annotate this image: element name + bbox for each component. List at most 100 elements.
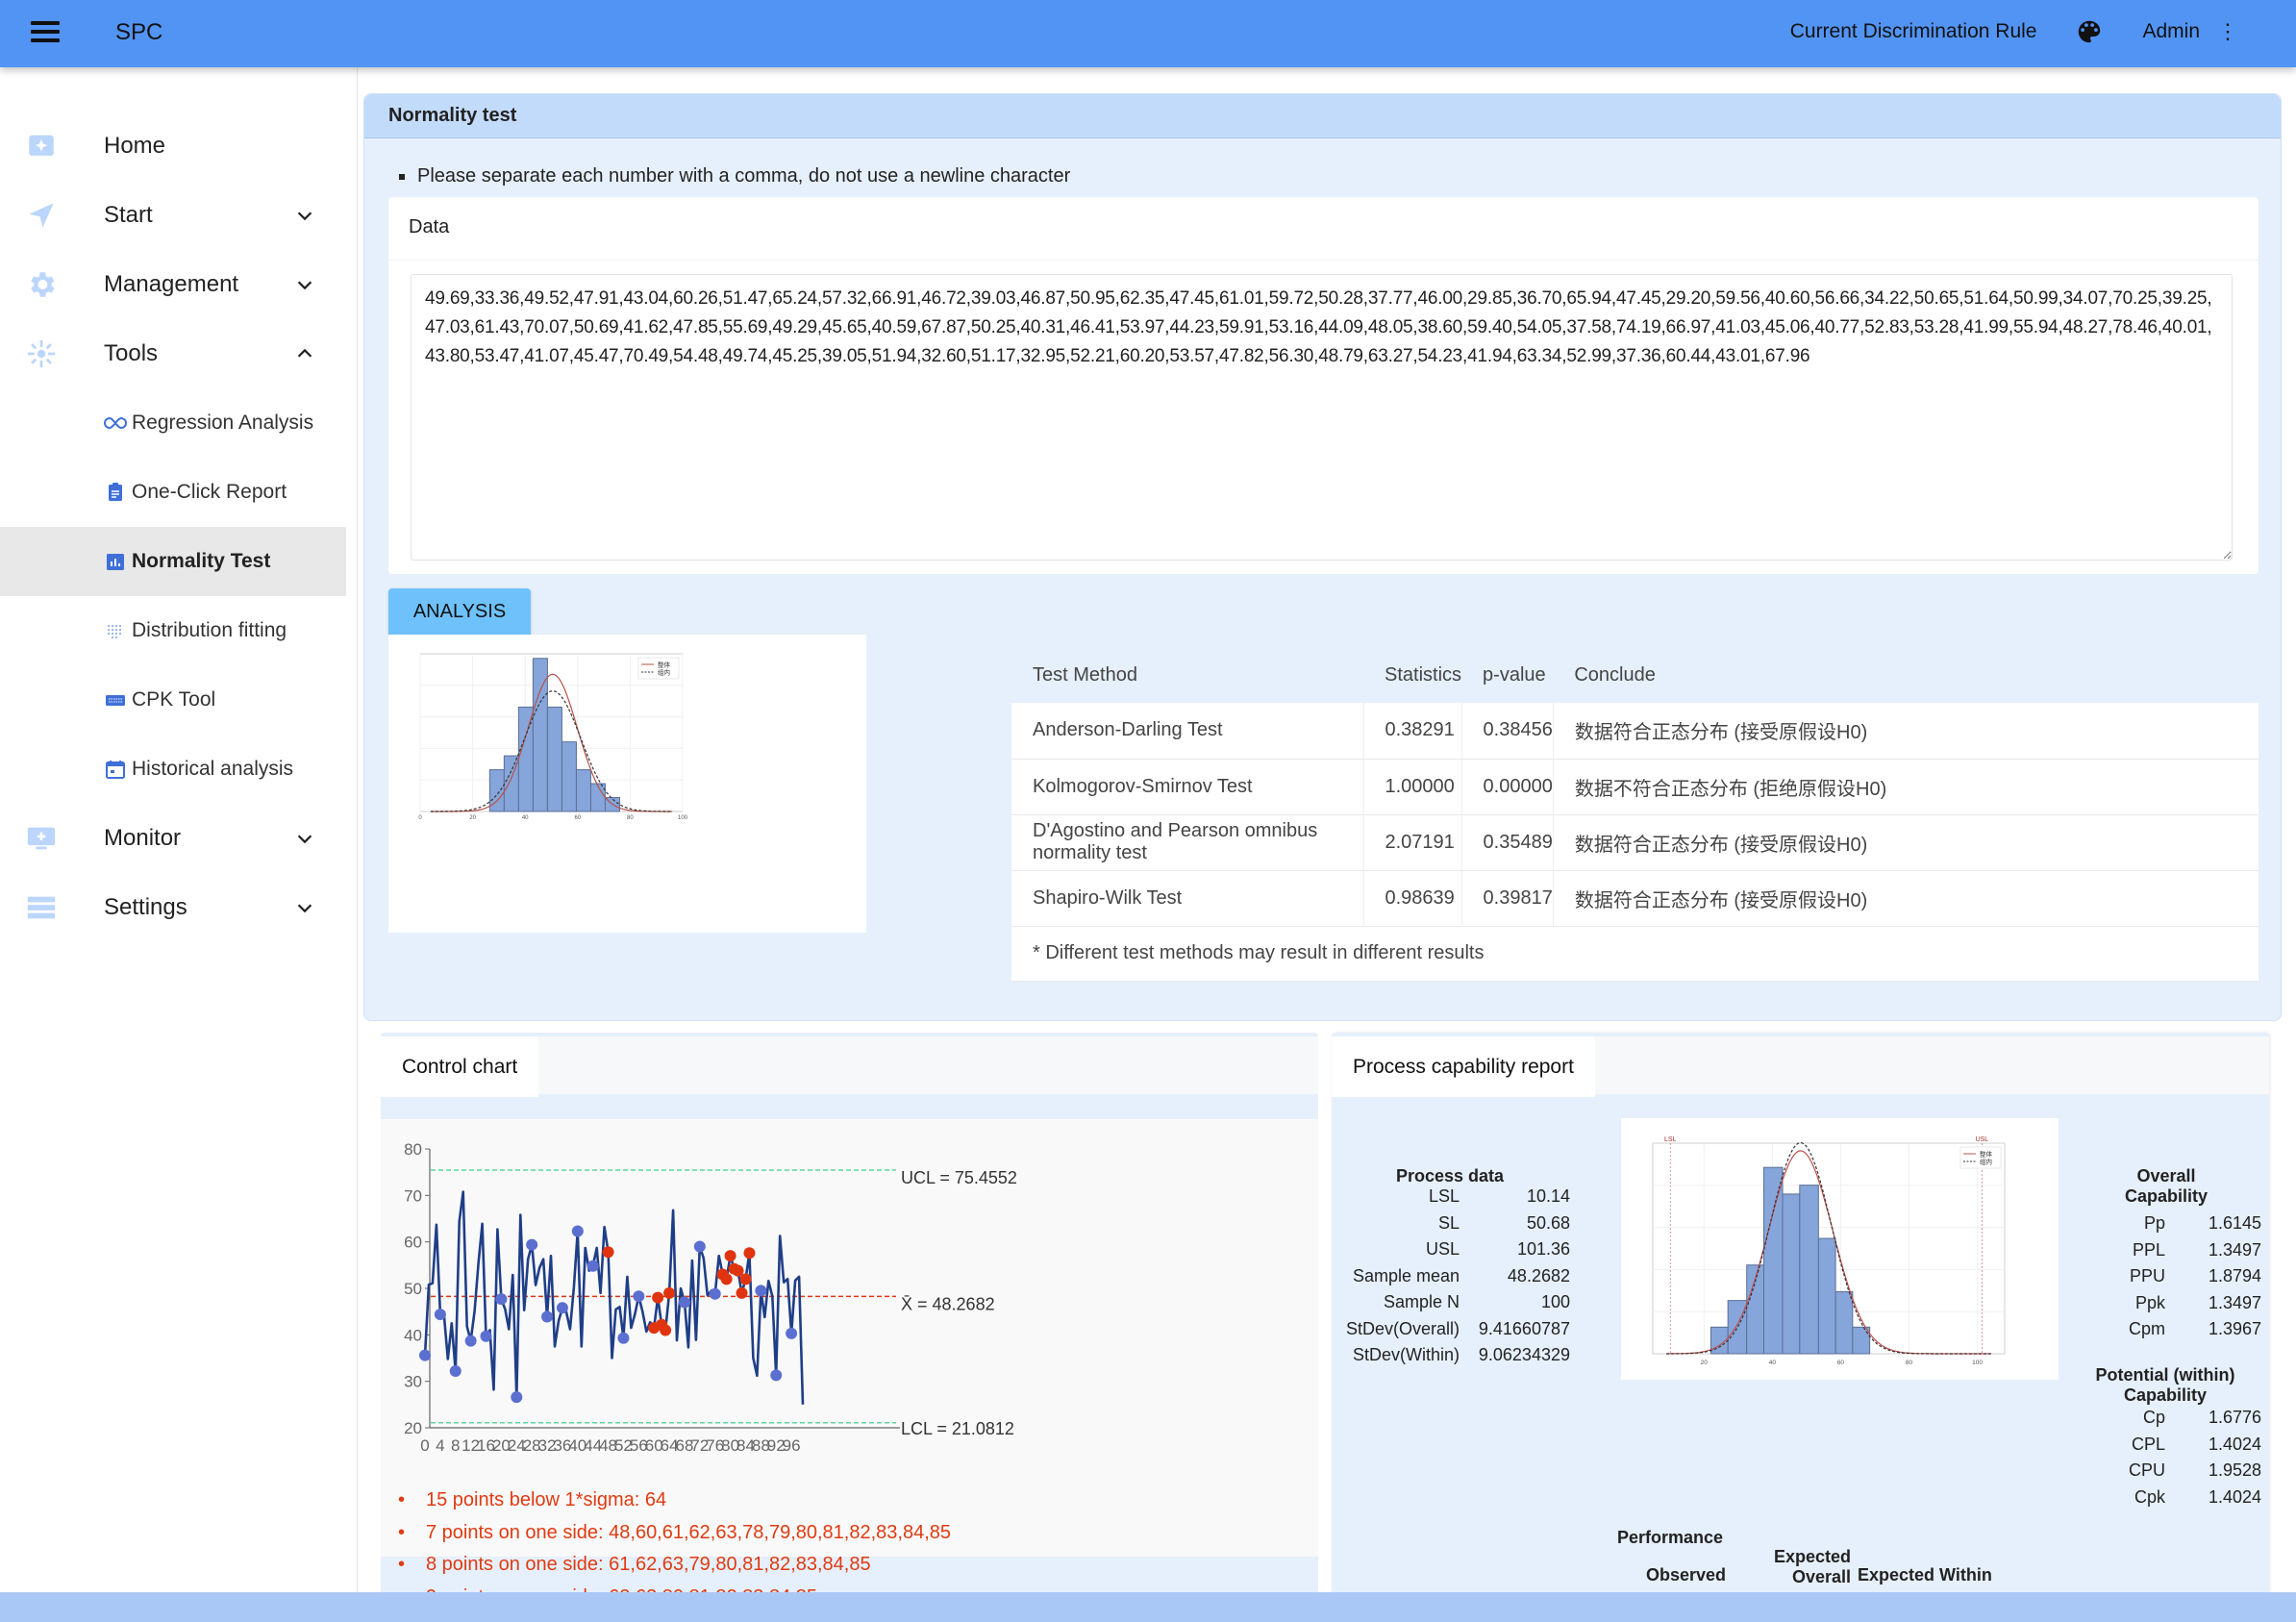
capability-value: 48.2682 — [1507, 1265, 1570, 1285]
capability-histogram: 20 40 60 80 100 LSL USL 整体 组内 — [1621, 1118, 2059, 1380]
sidebar-item-settings[interactable]: Settings — [0, 873, 346, 942]
capability-value: 101.36 — [1516, 1239, 1570, 1259]
capability-value: 1.6776 — [2208, 1408, 2261, 1427]
statistics-cell: 0.98639 — [1363, 870, 1462, 927]
capability-row: CPL 1.4024 — [2120, 1435, 2261, 1455]
x-tick-label: 60 — [1837, 1360, 1845, 1366]
capability-row: CPU 1.9528 — [2120, 1460, 2261, 1481]
histogram-bar — [589, 783, 606, 812]
menu-icon[interactable] — [31, 21, 60, 46]
sidebar-item-normality-test[interactable]: Normality Test — [0, 527, 346, 596]
x-tick-label: 20 — [469, 815, 476, 821]
p-value-cell: 0.38456 — [1461, 703, 1554, 760]
user-menu-button[interactable]: Admin — [2142, 20, 2200, 43]
process-capability-panel: Process capability report Process data L… — [1332, 1033, 2269, 1622]
chevron-down-icon — [297, 212, 312, 221]
analysis-button[interactable]: ANALYSIS — [388, 588, 531, 635]
control-chart-svg: 203040506070800 4 8 12162024283236404448525… — [404, 1140, 1017, 1455]
capability-row: Ppk 1.3497 — [2120, 1293, 2261, 1313]
settings-list-icon — [27, 896, 56, 919]
capability-key: SL — [1437, 1212, 1460, 1233]
expected-overall-line1: Expected — [1773, 1547, 1851, 1566]
data-input[interactable] — [411, 274, 2233, 561]
card-title: Normality test — [364, 94, 2281, 138]
x-tick-label: 80 — [627, 815, 634, 821]
x-tick-label: 8 — [451, 1436, 460, 1455]
p-value-cell: 0.35489 — [1461, 814, 1554, 871]
statistics-cell: 2.07191 — [1363, 814, 1462, 871]
rule-violation-item: 7 points on one side: 48,60,61,62,63,78,… — [398, 1517, 951, 1550]
expected-overall-line2: Overall — [1791, 1567, 1851, 1586]
x-tick-label: 96 — [783, 1436, 801, 1455]
capability-row: StDev(Overall) 9.41660787 — [1339, 1319, 1570, 1339]
performance-header-expected-overall: Expected Overall — [1755, 1547, 1851, 1587]
sidebar-item-historical-analysis[interactable]: Historical analysis — [0, 735, 346, 804]
violation-point — [660, 1324, 672, 1336]
tab-control-chart[interactable]: Control chart — [381, 1036, 539, 1097]
data-point — [541, 1310, 554, 1323]
capability-row: Pp 1.6145 — [2120, 1213, 2261, 1234]
sidebar-item-distribution-fitting[interactable]: Distribution fitting — [0, 596, 346, 665]
input-hint: Please separate each number with a comma… — [399, 165, 1070, 187]
potential-title-line2: Capability — [2123, 1385, 2208, 1405]
sidebar-item-regression-analysis[interactable]: Regression Analysis — [0, 388, 346, 458]
x-tick-label: 100 — [678, 815, 688, 821]
send-icon — [29, 203, 54, 228]
monitor-icon — [27, 827, 56, 850]
header-conclude: Conclude — [1553, 647, 2259, 703]
p-value-cell: 0.00000 — [1461, 759, 1554, 815]
discrimination-rule-button[interactable]: Current Discrimination Rule — [1790, 20, 2037, 43]
normality-histogram: 0 20 40 60 80 100 整体 组内 — [388, 635, 866, 933]
keyboard-icon — [106, 695, 125, 706]
capability-value: 9.41660787 — [1478, 1318, 1570, 1338]
sidebar-item-start[interactable]: Start — [0, 181, 346, 250]
legend-label: 组内 — [658, 668, 670, 677]
test-method-cell: Shapiro-Wilk Test — [1011, 870, 1364, 927]
capability-row: Sample mean 48.2682 — [1339, 1266, 1570, 1286]
violation-point — [724, 1250, 736, 1262]
capability-row: Cp 1.6776 — [2120, 1408, 2261, 1428]
lcl-label: LCL = 21.0812 — [901, 1419, 1014, 1438]
violation-point — [602, 1246, 614, 1259]
x-tick-label: 0 — [420, 1436, 429, 1455]
y-tick-label: 80 — [404, 1140, 422, 1159]
potential-title-line1: Potential (within) — [2095, 1365, 2235, 1385]
x-tick-label: 100 — [1972, 1360, 1983, 1366]
histogram-bar — [575, 769, 591, 812]
data-point — [633, 1290, 645, 1303]
capability-row: StDev(Within) 9.06234329 — [1339, 1345, 1570, 1365]
header-statistics: Statistics — [1363, 647, 1462, 703]
sidebar-item-monitor[interactable]: Monitor — [0, 804, 346, 873]
capability-key: Cpk — [2134, 1486, 2165, 1507]
sidebar: Home Start Management Tools Regression A… — [0, 67, 358, 1593]
table-row: Anderson-Darling Test 0.38291 0.38456 数据… — [1011, 703, 2259, 760]
capability-value: 50.68 — [1526, 1212, 1570, 1233]
bar-chart-icon — [107, 554, 124, 570]
x-tick-label: 80 — [1906, 1360, 1913, 1366]
palette-icon[interactable] — [2075, 17, 2104, 46]
y-tick-label: 60 — [404, 1234, 422, 1252]
capability-value: 100 — [1540, 1292, 1570, 1311]
capability-value: 1.3497 — [2208, 1239, 2261, 1260]
conclude-cell: 数据符合正态分布 (接受原假设H0) — [1553, 703, 2259, 760]
sidebar-item-tools[interactable]: Tools — [0, 319, 346, 388]
data-point — [755, 1285, 767, 1297]
y-tick-label: 30 — [404, 1373, 422, 1391]
y-tick-label: 50 — [404, 1280, 422, 1298]
sidebar-item-cpk-tool[interactable]: CPK Tool — [0, 665, 346, 735]
sidebar-item-one-click-report[interactable]: One-Click Report — [0, 458, 346, 527]
capability-value: 1.3497 — [2208, 1292, 2261, 1312]
conclude-cell: 数据符合正态分布 (接受原假设H0) — [1553, 870, 2259, 927]
statistics-cell: 1.00000 — [1363, 759, 1462, 815]
capability-key: USL — [1425, 1239, 1460, 1259]
tab-process-capability[interactable]: Process capability report — [1332, 1036, 1595, 1097]
sidebar-item-management[interactable]: Management — [0, 250, 346, 319]
histogram-bar — [1782, 1193, 1801, 1355]
capability-row: Cpk 1.4024 — [2120, 1487, 2261, 1508]
x-tick-label: 40 — [1769, 1360, 1777, 1366]
capability-row: SL 50.68 — [1339, 1213, 1570, 1234]
capability-key: CPL — [2131, 1434, 2165, 1454]
sidebar-item-home[interactable]: Home — [0, 112, 346, 181]
capability-value: 1.6145 — [2208, 1213, 2261, 1233]
more-vert-icon[interactable]: ⋮ — [2217, 19, 2238, 44]
